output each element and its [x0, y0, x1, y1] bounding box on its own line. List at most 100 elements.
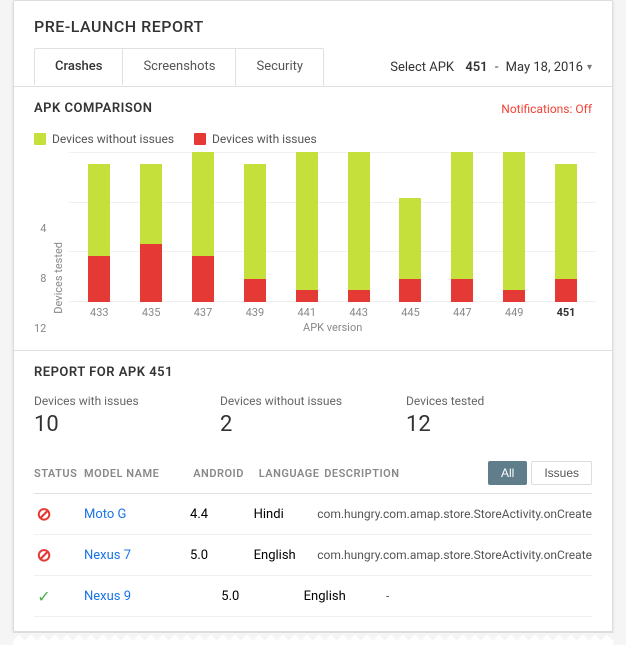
description-1: com.hungry.com.amap.store.StoreActivity.… [317, 548, 592, 562]
x-axis-title: APK version [69, 321, 596, 334]
bar-group-435 [140, 152, 162, 302]
description-0: com.hungry.com.amap.store.StoreActivity.… [317, 507, 592, 521]
legend-with-issues: Devices with issues [194, 132, 317, 146]
x-label-451: 451 [540, 306, 592, 319]
chart-body: 433435437439441443445447449451 APK versi… [69, 152, 596, 334]
table-row: ⊘ Nexus 75.0Englishcom.hungry.com.amap.st… [34, 535, 592, 576]
x-label-447: 447 [436, 306, 488, 319]
bar-stack-433 [88, 164, 110, 302]
col-header-actions: All Issues [488, 461, 592, 485]
bar-group-445 [399, 152, 421, 302]
bar-stack-439 [244, 164, 266, 302]
page-title: PRE-LAUNCH REPORT [14, 1, 612, 48]
success-icon: ✓ [34, 586, 54, 606]
bar-green-435 [140, 164, 162, 245]
tab-crashes[interactable]: Crashes [34, 48, 123, 86]
apk-comparison-title: APK COMPARISON [34, 101, 152, 116]
error-icon: ⊘ [34, 545, 54, 565]
tabs-container: Crashes Screenshots Security [34, 48, 323, 86]
chevron-down-icon: ▾ [587, 62, 592, 73]
stat-tested-label: Devices tested [406, 394, 572, 408]
bar-red-435 [140, 244, 162, 302]
model-link-2[interactable]: Nexus 9 [84, 589, 221, 604]
bar-red-445 [399, 279, 421, 302]
x-label-439: 439 [229, 306, 281, 319]
stat-no-issues-value: 2 [220, 412, 386, 437]
bar-stack-447 [451, 152, 473, 302]
bar-red-439 [244, 279, 266, 302]
bar-stack-437 [192, 152, 214, 302]
chart-inner: Devices tested [52, 152, 592, 334]
bar-stack-445 [399, 198, 421, 302]
apk-comparison-header: APK COMPARISON Notifications: Off [14, 87, 612, 122]
stat-no-issues: Devices without issues 2 [220, 394, 406, 437]
bar-group-437 [192, 152, 214, 302]
col-header-status: STATUS [34, 467, 84, 480]
legend-label-no-issues: Devices without issues [52, 132, 174, 146]
stat-no-issues-label: Devices without issues [220, 394, 386, 408]
language-0: Hindi [254, 507, 318, 522]
notifications-label: Notifications: [501, 102, 572, 116]
x-label-435: 435 [125, 306, 177, 319]
bar-stack-441 [296, 152, 318, 302]
x-label-437: 437 [177, 306, 229, 319]
x-label-443: 443 [333, 306, 385, 319]
bar-stack-435 [140, 164, 162, 302]
language-2: English [304, 589, 386, 604]
notifications-status: Notifications: Off [501, 102, 592, 116]
y-axis-labels: 12 8 4 [34, 184, 46, 334]
bar-group-441 [296, 152, 318, 302]
y-axis-title: Devices tested [52, 242, 65, 314]
table-header: STATUS MODEL NAME ANDROID LANGUAGE DESCR… [34, 453, 592, 494]
table-row: ⊘Moto G4.4Hindicom.hungry.com.amap.store… [34, 494, 592, 535]
chart-legend: Devices without issues Devices with issu… [34, 132, 592, 146]
x-label-445: 445 [385, 306, 437, 319]
stat-tested: Devices tested 12 [406, 394, 592, 437]
report-title: REPORT FOR APK 451 [34, 365, 592, 380]
bar-red-441 [296, 290, 318, 302]
bar-green-433 [88, 164, 110, 256]
stat-issues-value: 10 [34, 412, 200, 437]
stat-tested-value: 12 [406, 412, 572, 437]
x-label-449: 449 [488, 306, 540, 319]
status-cell-1: ⊘ [34, 545, 84, 565]
bar-green-451 [555, 164, 577, 279]
status-cell-2: ✓ [34, 586, 84, 606]
bar-green-449 [503, 152, 525, 290]
bar-green-441 [296, 152, 318, 290]
bar-green-437 [192, 152, 214, 256]
apk-selector-date: May 18, 2016 [506, 60, 583, 75]
bar-green-443 [348, 152, 370, 290]
x-axis-labels: 433435437439441443445447449451 [69, 302, 596, 319]
language-1: English [254, 548, 318, 563]
y-label-8: 8 [40, 273, 46, 284]
bar-green-447 [451, 152, 473, 279]
col-header-description: DESCRIPTION [324, 467, 488, 480]
filter-all-button[interactable]: All [488, 461, 527, 485]
apk-selector[interactable]: Select APK 451 - May 18, 2016 ▾ [390, 60, 592, 75]
legend-dot-green [34, 133, 46, 145]
bar-group-449 [503, 152, 525, 302]
model-link-1[interactable]: Nexus 7 [84, 548, 190, 563]
bar-stack-451 [555, 164, 577, 302]
apk-selector-number: 451 [465, 60, 487, 75]
bar-red-433 [88, 256, 110, 302]
col-header-model: MODEL NAME [84, 467, 193, 480]
tab-security[interactable]: Security [235, 48, 324, 86]
report-section: REPORT FOR APK 451 Devices with issues 1… [14, 351, 612, 631]
filter-issues-button[interactable]: Issues [531, 461, 592, 485]
stats-row: Devices with issues 10 Devices without i… [34, 394, 592, 437]
bar-group-447 [451, 152, 473, 302]
model-link-0[interactable]: Moto G [84, 507, 190, 522]
bar-group-443 [348, 152, 370, 302]
android-version-2: 5.0 [221, 589, 303, 604]
tabs-row: Crashes Screenshots Security Select APK … [14, 48, 612, 87]
android-version-1: 5.0 [190, 548, 254, 563]
bar-stack-449 [503, 152, 525, 302]
apk-selector-label: Select APK [390, 60, 454, 75]
bar-red-449 [503, 290, 525, 302]
legend-no-issues: Devices without issues [34, 132, 174, 146]
y-label-12: 12 [34, 323, 46, 334]
tab-screenshots[interactable]: Screenshots [122, 48, 236, 86]
status-cell-0: ⊘ [34, 504, 84, 524]
